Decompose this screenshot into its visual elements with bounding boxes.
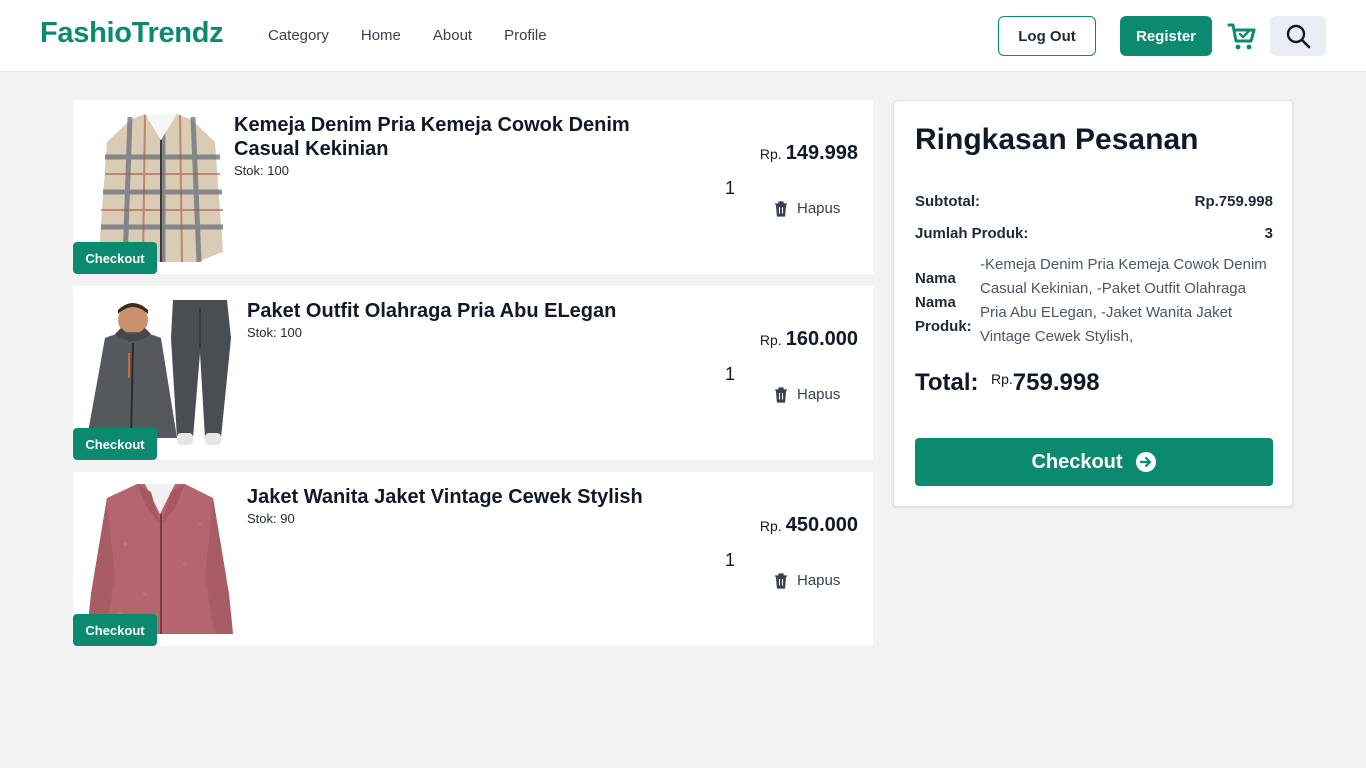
product-stock: Stok: 100 xyxy=(234,163,289,178)
cart-item: Jaket Wanita Jaket Vintage Cewek Stylish… xyxy=(73,472,873,646)
item-checkout-button[interactable]: Checkout xyxy=(73,428,157,460)
product-title[interactable]: Jaket Wanita Jaket Vintage Cewek Stylish xyxy=(247,485,707,509)
product-count-row: Jumlah Produk: 3 xyxy=(915,225,1273,242)
trash-icon xyxy=(775,573,787,589)
product-image xyxy=(85,484,235,634)
product-price: Rp. 149.998 xyxy=(760,142,858,165)
trash-icon xyxy=(775,387,787,403)
logout-button[interactable]: Log Out xyxy=(998,16,1096,56)
price-value: 450.000 xyxy=(785,514,858,536)
cart-icon[interactable] xyxy=(1226,20,1258,52)
product-stock: Stok: 100 xyxy=(247,325,302,340)
site-logo[interactable]: FashioTrendz xyxy=(40,17,224,50)
nav-home[interactable]: Home xyxy=(361,27,401,44)
price-prefix: Rp. xyxy=(759,518,782,534)
summary-title: Ringkasan Pesanan xyxy=(915,123,1199,156)
search-button[interactable] xyxy=(1270,16,1326,56)
subtotal-label: Subtotal: xyxy=(915,193,980,210)
checkout-label: Checkout xyxy=(1031,450,1123,473)
product-quantity[interactable]: 1 xyxy=(725,178,735,199)
product-title[interactable]: Kemeja Denim Pria Kemeja Cowok Denim Cas… xyxy=(234,113,694,161)
product-names-label: Nama Nama Produk: xyxy=(915,270,972,335)
nav-category[interactable]: Category xyxy=(268,27,329,44)
product-stock: Stok: 90 xyxy=(247,511,295,526)
price-value: 160.000 xyxy=(785,328,858,350)
product-count-label: Jumlah Produk: xyxy=(915,225,1029,242)
price-prefix: Rp. xyxy=(759,332,782,348)
item-checkout-button[interactable]: Checkout xyxy=(73,242,157,274)
product-image xyxy=(85,112,235,262)
product-count-value: 3 xyxy=(1264,225,1273,242)
cart-item: Kemeja Denim Pria Kemeja Cowok Denim Cas… xyxy=(73,100,873,274)
item-checkout-button[interactable]: Checkout xyxy=(73,614,157,646)
total-label: Total: xyxy=(915,369,979,396)
subtotal-row: Subtotal: Rp.759.998 xyxy=(915,193,1273,210)
arrow-right-circle-icon xyxy=(1135,452,1156,472)
delete-button[interactable]: Hapus xyxy=(773,572,840,589)
product-price: Rp. 450.000 xyxy=(760,514,858,537)
product-price: Rp. 160.000 xyxy=(760,328,858,351)
total-amount: 759.998 xyxy=(1012,369,1100,396)
main-nav: Category Home About Profile xyxy=(268,27,579,44)
delete-label: Hapus xyxy=(797,200,841,217)
price-value: 149.998 xyxy=(785,142,858,164)
delete-label: Hapus xyxy=(797,386,841,403)
nav-profile[interactable]: Profile xyxy=(504,27,547,44)
register-button[interactable]: Register xyxy=(1120,16,1212,56)
delete-button[interactable]: Hapus xyxy=(773,386,840,403)
delete-button[interactable]: Hapus xyxy=(773,200,840,217)
subtotal-value: Rp.759.998 xyxy=(1194,193,1273,210)
trash-icon xyxy=(775,201,787,217)
search-icon xyxy=(1286,24,1311,49)
total-value: Rp.759.998 xyxy=(991,369,1100,397)
product-quantity[interactable]: 1 xyxy=(725,550,735,571)
product-names-value: -Kemeja Denim Pria Kemeja Cowok Denim Ca… xyxy=(980,256,1267,345)
checkout-button[interactable]: Checkout xyxy=(915,438,1273,486)
delete-label: Hapus xyxy=(797,572,841,589)
cart-item: Paket Outfit Olahraga Pria Abu ELegan St… xyxy=(73,286,873,460)
order-summary: Ringkasan Pesanan Subtotal: Rp.759.998 J… xyxy=(893,100,1293,507)
price-prefix: Rp. xyxy=(759,146,782,162)
product-title[interactable]: Paket Outfit Olahraga Pria Abu ELegan xyxy=(247,299,707,323)
product-quantity[interactable]: 1 xyxy=(725,364,735,385)
nav-about[interactable]: About xyxy=(433,27,472,44)
product-image xyxy=(85,298,235,448)
top-navbar: FashioTrendz Category Home About Profile… xyxy=(0,0,1366,72)
total-prefix: Rp. xyxy=(991,371,1013,387)
